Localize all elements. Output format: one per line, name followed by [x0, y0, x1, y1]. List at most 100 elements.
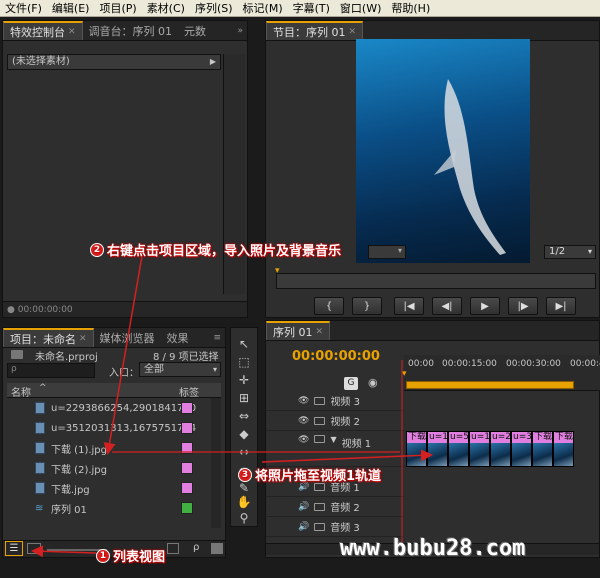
eye-icon[interactable]: 👁 [298, 435, 309, 445]
waveform-icon[interactable] [314, 502, 326, 511]
menu-title[interactable]: 字幕(T) [288, 0, 335, 17]
effect-footer: ● 00:00:00:00 [3, 301, 247, 317]
icon-view-icon[interactable] [27, 543, 41, 554]
panel-menu-icon[interactable]: » [237, 26, 243, 36]
tab-sequence[interactable]: 序列 01 ✕ [266, 321, 331, 340]
audio-track-3[interactable]: 🔊 音频 3 [266, 517, 404, 537]
tab-media-browser[interactable]: 媒体浏览器 [94, 328, 161, 347]
new-bin-icon[interactable] [211, 543, 223, 554]
clip[interactable]: u=1 [469, 431, 490, 467]
step-back-button[interactable]: ◀| [432, 297, 462, 315]
expand-icon[interactable]: ▼ [330, 435, 336, 444]
list-item[interactable]: u=2293866254,2901841750 [7, 398, 221, 418]
clip[interactable]: u=5 [448, 431, 469, 467]
menu-window[interactable]: 窗口(W) [335, 0, 386, 17]
step-forward-button[interactable]: |▶ [508, 297, 538, 315]
menu-edit[interactable]: 编辑(E) [47, 0, 95, 17]
project-scrollbar[interactable] [211, 398, 221, 528]
list-item[interactable]: 下载 (2).jpg [7, 458, 221, 478]
ruler[interactable]: 00:00 00:00:15:00 00:00:30:00 00:00:45 ▾ [402, 355, 600, 391]
find-icon[interactable]: ρ [193, 542, 199, 553]
clip-label: u=1 [428, 432, 447, 443]
program-scrub-bar[interactable]: ▾ [275, 266, 596, 289]
slip-tool-icon[interactable]: ↔ [235, 444, 253, 460]
clip[interactable]: u=2 [490, 431, 511, 467]
clip[interactable]: 下载 [406, 431, 427, 467]
sequence-timecode[interactable]: 00:00:00:00 [292, 349, 380, 364]
list-item[interactable]: u=3512031313,1675751734 [7, 418, 221, 438]
clip[interactable]: 下载 [532, 431, 553, 467]
film-icon[interactable] [314, 435, 326, 443]
snap-icon[interactable]: G [344, 377, 358, 390]
mark-out-button[interactable]: } [352, 297, 382, 315]
search-input[interactable]: ρ [7, 363, 95, 378]
column-name[interactable]: 名称 [11, 384, 31, 399]
close-icon[interactable]: ✕ [349, 27, 357, 37]
eye-icon[interactable]: 👁 [298, 396, 309, 406]
tab-metadata[interactable]: 元数 [178, 21, 212, 40]
video-track-2[interactable]: 👁 视频 2 [266, 411, 404, 431]
video-track-1[interactable]: 👁 ▼ 视频 1 [266, 431, 404, 467]
menu-marker[interactable]: 标记(M) [238, 0, 288, 17]
menu-file[interactable]: 文件(F) [0, 0, 47, 17]
tab-effect-controls[interactable]: 特效控制台 ✕ [3, 21, 83, 40]
close-icon[interactable]: ✕ [79, 334, 87, 344]
play-arrow-icon[interactable]: ▶ [210, 55, 216, 69]
menu-help[interactable]: 帮助(H) [386, 0, 435, 17]
hand-tool-icon[interactable]: ✋ [235, 494, 253, 510]
go-to-out-button[interactable]: ▶| [546, 297, 576, 315]
selection-tool-icon[interactable]: ↖ [235, 336, 253, 352]
close-icon[interactable]: ✕ [68, 27, 76, 37]
ripple-edit-tool-icon[interactable]: ✛ [235, 372, 253, 388]
track-name: 音频 2 [330, 503, 360, 514]
tab-program[interactable]: 节目：序列 01 ✕ [266, 21, 364, 40]
clip[interactable]: u=1 [427, 431, 448, 467]
automate-icon[interactable] [167, 543, 179, 554]
eye-icon[interactable]: 👁 [298, 416, 309, 426]
zoom-tool-icon[interactable]: ⚲ [235, 510, 253, 526]
program-left-select[interactable]: ▾ [368, 245, 406, 259]
clip-label: u=1 [470, 432, 489, 443]
list-view-icon[interactable]: ☰ [5, 541, 23, 556]
column-label[interactable]: 标签 [179, 384, 199, 399]
rolling-edit-tool-icon[interactable]: ⊞ [235, 390, 253, 406]
annotation-step3: 3 将照片拖至视频1轨道 [238, 465, 381, 484]
list-item[interactable]: ≋ 序列 01 [7, 498, 221, 518]
clip[interactable]: 下载 [553, 431, 574, 467]
film-icon[interactable] [314, 416, 326, 425]
menu-sequence[interactable]: 序列(S) [190, 0, 238, 17]
entry-select[interactable]: 全部 ▾ [139, 362, 221, 377]
waveform-icon[interactable] [314, 522, 326, 531]
sort-up-icon[interactable]: ^ [39, 383, 47, 393]
tab-audio-mixer[interactable]: 调音台：序列 01 [83, 21, 179, 40]
list-item[interactable]: 下载 (1).jpg [7, 438, 221, 458]
audio-track-2[interactable]: 🔊 音频 2 [266, 497, 404, 517]
video-track-3[interactable]: 👁 视频 3 [266, 391, 404, 411]
go-to-in-button[interactable]: |◀ [394, 297, 424, 315]
zoom-select[interactable]: 1/2 ▾ [544, 245, 596, 259]
film-icon[interactable] [314, 396, 326, 405]
track-select-tool-icon[interactable]: ⬚ [235, 354, 253, 370]
panel-menu-icon[interactable]: ≡ [213, 333, 221, 343]
list-item[interactable]: 下载.jpg [7, 478, 221, 498]
menu-project[interactable]: 项目(P) [94, 0, 141, 17]
playhead-marker[interactable]: ▾ [275, 266, 280, 276]
work-area-bar[interactable] [406, 381, 574, 389]
image-file-icon [35, 442, 45, 454]
tab-project[interactable]: 项目：未命名 ✕ [3, 328, 94, 347]
mark-in-button[interactable]: { [314, 297, 344, 315]
playhead-marker[interactable]: ▾ [402, 369, 407, 379]
column-header: 名称 ^ 标签 [7, 383, 221, 399]
rate-stretch-tool-icon[interactable]: ⇔ [235, 408, 253, 424]
speaker-icon[interactable]: 🔊 [298, 522, 309, 532]
effect-controls-tabbar: 特效控制台 ✕ 调音台：序列 01 元数 » [3, 21, 247, 41]
menu-clip[interactable]: 素材(C) [142, 0, 190, 17]
play-button[interactable]: ▶ [470, 297, 500, 315]
razor-tool-icon[interactable]: ◆ [235, 426, 253, 442]
close-icon[interactable]: ✕ [316, 327, 324, 337]
program-video-frame [356, 39, 530, 263]
marker-icon[interactable]: ◉ [368, 376, 378, 389]
speaker-icon[interactable]: 🔊 [298, 502, 309, 512]
tab-effects[interactable]: 效果 [161, 328, 195, 347]
clip[interactable]: u=3 [511, 431, 532, 467]
